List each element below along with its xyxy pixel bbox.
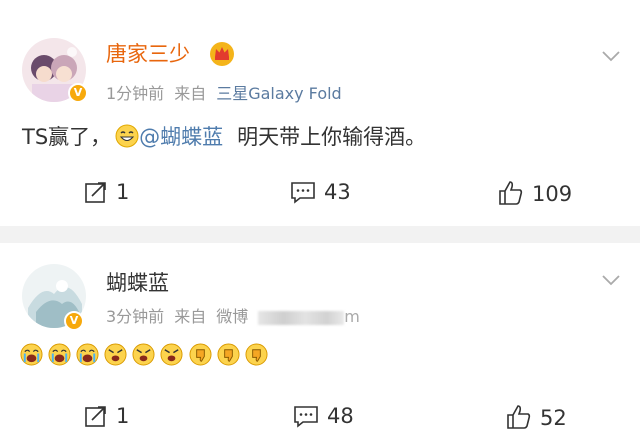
like-button[interactable]: 52: [506, 404, 567, 430]
like-count: 52: [540, 406, 567, 430]
chevron-down-icon[interactable]: [600, 269, 622, 291]
emoji-row: [20, 343, 268, 366]
chevron-down-icon[interactable]: [600, 45, 622, 67]
crying-face-icon: [76, 343, 99, 366]
comment-count: 48: [327, 404, 354, 428]
crying-face-icon: [20, 343, 43, 366]
comment-count: 43: [324, 180, 351, 204]
post-card-2: V 蝴蝶蓝 3分钟前 来自 微博 m 1 48 52: [0, 243, 640, 437]
comment-button[interactable]: 48: [293, 404, 354, 428]
crown-icon: [210, 42, 234, 66]
share-icon: [85, 406, 106, 427]
post-text-rest: 明天带上你输得酒。: [237, 125, 427, 149]
share-button[interactable]: 1: [84, 180, 129, 204]
mention-link[interactable]: @蝴蝶蓝: [139, 125, 223, 149]
verified-badge-icon: V: [64, 311, 84, 331]
post-source[interactable]: 微博: [216, 307, 248, 326]
action-bar: 1 48 52: [0, 394, 640, 437]
share-icon: [85, 182, 106, 203]
smile-emoji-icon: [115, 124, 139, 148]
username[interactable]: 唐家三少: [106, 38, 190, 68]
thumbs-down-icon: [189, 343, 212, 366]
username[interactable]: 蝴蝶蓝: [106, 267, 169, 297]
blurred-text: [258, 310, 345, 325]
like-button[interactable]: 109: [498, 180, 572, 206]
thumbs-down-icon: [217, 343, 240, 366]
comment-icon: [291, 182, 315, 204]
verified-badge-icon: V: [68, 83, 88, 103]
crying-face-icon: [48, 343, 71, 366]
thumbs-up-icon: [499, 181, 523, 205]
angry-face-icon: [160, 343, 183, 366]
post-time[interactable]: 3分钟前: [106, 307, 164, 326]
post-source-tail: m: [344, 307, 360, 326]
share-count: 1: [116, 180, 130, 204]
share-button[interactable]: 1: [84, 404, 129, 428]
from-label: 来自: [174, 84, 207, 103]
post-card-1: V 唐家三少 1分钟前 来自 三星Galaxy Fold TS赢了， @蝴蝶蓝 明天带…: [0, 0, 640, 226]
post-content: TS赢了， @蝴蝶蓝 明天带上你输得酒。: [22, 121, 426, 151]
post-meta: 3分钟前 来自 微博 m: [106, 303, 370, 327]
comment-icon: [294, 406, 318, 428]
post-source[interactable]: 三星Galaxy Fold: [216, 84, 342, 103]
angry-face-icon: [104, 343, 127, 366]
post-text: TS赢了，: [22, 125, 112, 149]
action-bar: 1 43 109: [0, 170, 640, 220]
thumbs-up-icon: [507, 405, 531, 429]
from-label: 来自: [174, 307, 207, 326]
post-time[interactable]: 1分钟前: [106, 84, 164, 103]
like-count: 109: [532, 182, 573, 206]
thumbs-down-icon: [245, 343, 268, 366]
comment-button[interactable]: 43: [290, 180, 351, 204]
share-count: 1: [116, 404, 130, 428]
angry-face-icon: [132, 343, 155, 366]
post-meta: 1分钟前 来自 三星Galaxy Fold: [106, 80, 352, 104]
